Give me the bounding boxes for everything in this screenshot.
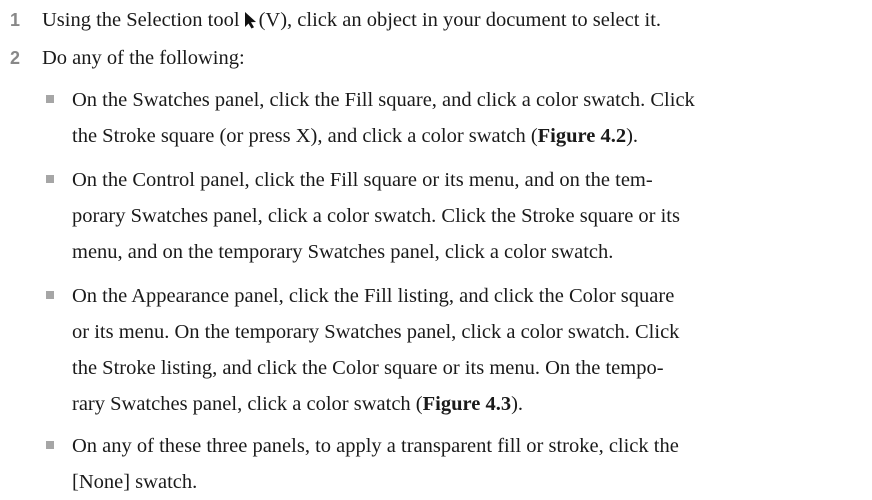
bullet-line-text: ). <box>511 393 524 415</box>
bullet-text: On the Swatches panel, click the Fill sq… <box>72 82 862 154</box>
bullet-line-text: the Stroke square (or press X), and clic… <box>72 125 538 147</box>
step-1: 1 Using the Selection tool (V), click an … <box>0 2 872 38</box>
bullet-line-text: ). <box>626 125 639 147</box>
bullet-line: menu, and on the temporary Swatches pane… <box>72 241 614 263</box>
bullet-line: [None] swatch. <box>72 471 198 493</box>
figure-reference: Figure 4.3 <box>422 393 512 415</box>
bullet-text: On any of these three panels, to apply a… <box>72 428 862 500</box>
bullet-square-icon <box>46 95 54 103</box>
instruction-page: 1 Using the Selection tool (V), click an … <box>0 0 872 499</box>
step-2: 2 Do any of the following: <box>0 40 872 76</box>
step-text: Do any of the following: <box>42 47 245 69</box>
bullet-square-icon <box>46 291 54 299</box>
bullet-square-icon <box>46 175 54 183</box>
bullet-line-text: rary Swatches panel, click a color swatc… <box>72 393 423 415</box>
step-number: 1 <box>10 10 21 30</box>
bullet-line: or its menu. On the temporary Swatches p… <box>72 321 680 343</box>
bullet-line: On any of these three panels, to apply a… <box>72 435 679 457</box>
bullet-line: the Stroke listing, and click the Color … <box>72 357 664 379</box>
bullet-square-icon <box>46 441 54 449</box>
bullet-text: On the Control panel, click the Fill squ… <box>72 162 862 270</box>
selection-arrow-icon <box>244 12 256 29</box>
step-text: Using the Selection tool (V), click an ob… <box>42 2 661 38</box>
step-text-before-icon: Using the Selection tool <box>42 9 240 31</box>
bullet-line: On the Control panel, click the Fill squ… <box>72 169 653 191</box>
bullet-line: rary Swatches panel, click a color swatc… <box>72 386 862 422</box>
bullet-line: porary Swatches panel, click a color swa… <box>72 205 680 227</box>
figure-reference: Figure 4.2 <box>537 125 627 147</box>
step-text-after-icon: (V), click an object in your document to… <box>258 9 662 31</box>
bullet-line: the Stroke square (or press X), and clic… <box>72 118 862 154</box>
bullet-text: On the Appearance panel, click the Fill … <box>72 278 862 422</box>
bullet-line: On the Swatches panel, click the Fill sq… <box>72 89 695 111</box>
step-number: 2 <box>10 48 21 68</box>
bullet-line: On the Appearance panel, click the Fill … <box>72 285 675 307</box>
